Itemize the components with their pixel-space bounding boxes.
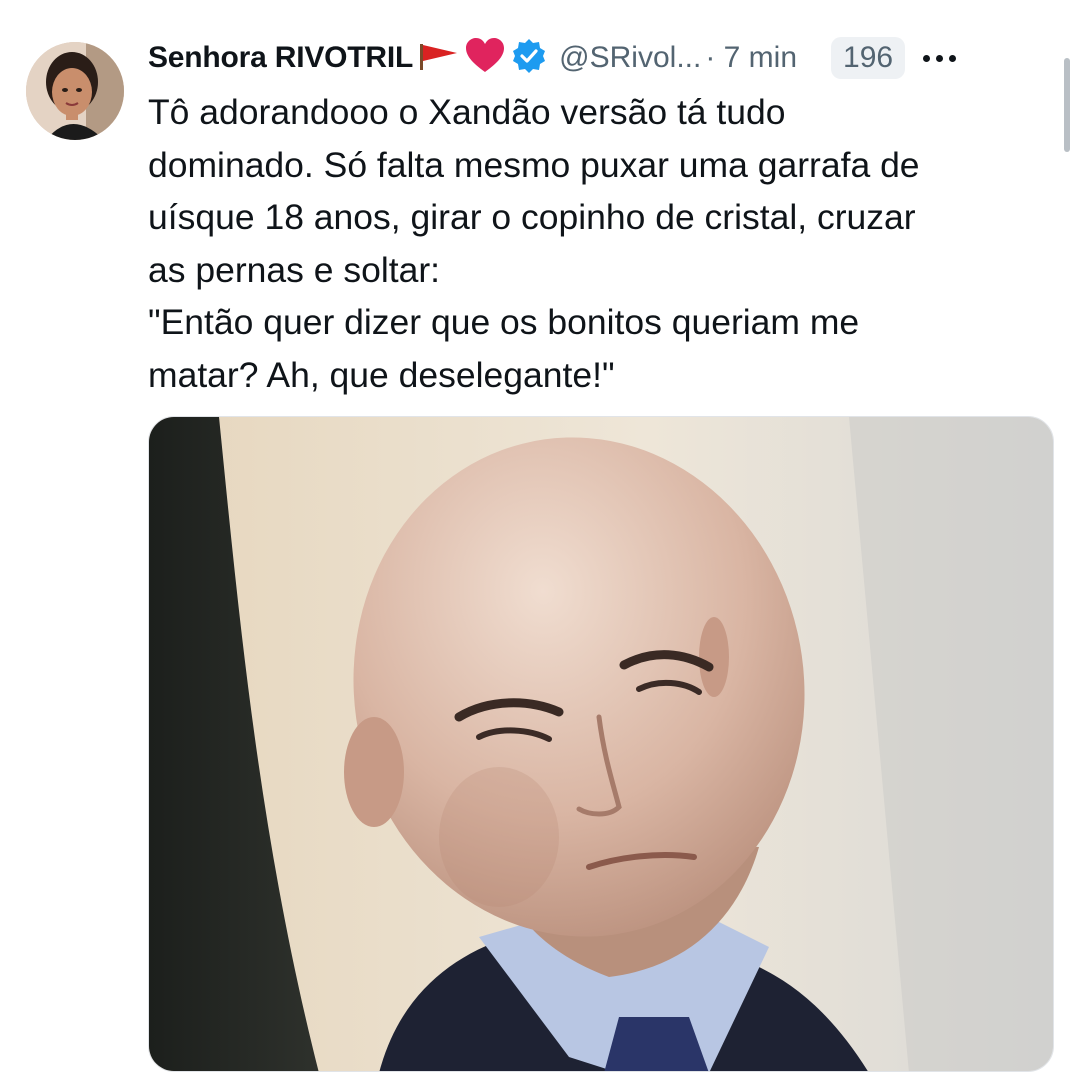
display-name[interactable]: Senhora RIVOTRIL — [148, 41, 413, 75]
heart-icon — [465, 37, 505, 79]
tweet-text-line: dominado. Só falta mesmo puxar uma garra… — [148, 144, 920, 185]
tweet-text: Tô adorandooo o Xandão versão tá tudo do… — [148, 86, 1058, 401]
verified-icon — [511, 38, 547, 79]
more-options-icon[interactable] — [923, 54, 957, 62]
tweet-text-line: Tô adorandooo o Xandão versão tá tudo — [148, 92, 786, 132]
author-handle[interactable]: @SRivol... — [559, 41, 701, 75]
avatar[interactable] — [26, 42, 124, 140]
tweet-image[interactable] — [148, 416, 1054, 1072]
tweet[interactable]: Senhora RIVOTRIL @SRivol... · 7 min 196 — [0, 0, 1080, 1078]
tweet-text-line: "Então quer dizer que os bonitos queriam… — [148, 302, 860, 342]
tweet-text-line: as pernas e soltar: — [148, 249, 441, 290]
count-badge: 196 — [831, 37, 906, 79]
tweet-text-line: uísque 18 anos, girar o copinho de crist… — [148, 197, 916, 237]
tweet-text-line: matar? Ah, que deselegante!" — [148, 354, 615, 395]
timestamp[interactable]: · 7 min — [705, 41, 797, 75]
tweet-header: Senhora RIVOTRIL @SRivol... · 7 min 196 — [148, 30, 1060, 86]
flag-icon — [419, 41, 459, 76]
scrollbar[interactable] — [1064, 58, 1070, 152]
